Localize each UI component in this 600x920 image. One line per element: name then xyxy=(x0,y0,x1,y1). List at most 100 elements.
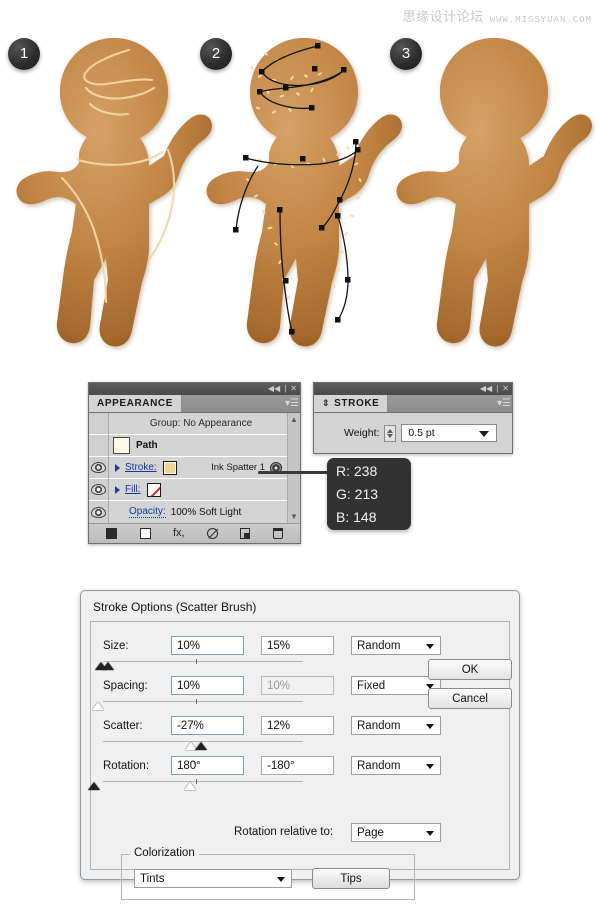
rotation-label: Rotation: xyxy=(103,760,150,772)
fill-none-swatch[interactable] xyxy=(146,482,161,497)
collapse-panel-icon[interactable]: ◀◀ xyxy=(268,385,280,393)
gingerbread-figures-svg xyxy=(16,38,592,347)
size-mode-value: Random xyxy=(357,639,401,652)
callout-connector-line xyxy=(258,471,328,474)
slider-center-tick xyxy=(196,699,197,704)
slider-center-tick xyxy=(196,659,197,664)
stroke-row[interactable]: Stroke: Ink Spatter 1 xyxy=(109,457,287,479)
colorization-method-select[interactable]: Tints xyxy=(134,869,292,888)
visibility-toggle-opacity[interactable] xyxy=(89,501,108,523)
visibility-column xyxy=(89,413,109,523)
scroll-up-icon[interactable]: ▲ xyxy=(290,415,298,424)
size-slider-track[interactable] xyxy=(103,659,303,664)
new-fill-icon[interactable] xyxy=(139,528,151,539)
eye-icon xyxy=(91,506,106,518)
figure-2-gingerbread-with-paths xyxy=(206,38,402,347)
size-slider-handle-max[interactable] xyxy=(102,662,114,670)
chevron-down-icon[interactable] xyxy=(479,431,490,437)
stroke-panel-body: Weight: 0.5 pt xyxy=(314,413,512,453)
visibility-toggle-fill[interactable] xyxy=(89,479,108,501)
tab-stroke[interactable]: ⇕ STROKE xyxy=(314,395,389,412)
chevron-down-icon[interactable] xyxy=(426,831,434,836)
scatter-mode-select[interactable]: Random xyxy=(351,716,441,735)
new-stroke-icon[interactable] xyxy=(106,528,118,539)
field-row-scatter: Scatter: -27% 12% Random xyxy=(91,710,509,750)
chevron-down-icon[interactable] xyxy=(277,877,285,882)
chevron-right-icon[interactable] xyxy=(115,485,120,494)
rotation-relative-select[interactable]: Page xyxy=(351,823,441,842)
tips-button[interactable]: Tips xyxy=(312,868,390,889)
group-header-row: Group: No Appearance xyxy=(109,413,287,435)
chevron-down-icon[interactable] xyxy=(426,764,434,769)
delete-item-icon[interactable] xyxy=(272,528,283,539)
eye-icon xyxy=(91,462,106,473)
rotation-relative-value: Page xyxy=(357,826,384,839)
rotation-slider-handle-min[interactable] xyxy=(88,782,100,790)
rotation-mode-select[interactable]: Random xyxy=(351,756,441,775)
opacity-row[interactable]: Opacity: 100% Soft Light xyxy=(109,501,287,523)
close-icon[interactable]: ✕ xyxy=(290,385,297,393)
panel-menu-icon[interactable]: ▾☰ xyxy=(496,395,512,412)
add-effect-fx-icon[interactable]: fx, xyxy=(173,528,185,539)
fill-row[interactable]: Fill: xyxy=(109,479,287,501)
stroke-color-swatch[interactable] xyxy=(162,460,177,475)
figure-1-gingerbread xyxy=(16,38,212,347)
stroke-panel-topbar: ◀◀ | ✕ xyxy=(314,383,512,395)
stroke-tabbar: ⇕ STROKE ▾☰ xyxy=(314,395,512,413)
tab-stroke-label: STROKE xyxy=(334,398,380,409)
size-mode-select[interactable]: Random xyxy=(351,636,441,655)
scroll-down-icon[interactable]: ▼ xyxy=(290,512,298,521)
duplicate-item-icon[interactable] xyxy=(240,528,251,539)
appearance-tabbar: APPEARANCE ▾☰ xyxy=(89,395,300,413)
chevron-right-icon[interactable] xyxy=(115,463,120,472)
size-value-min-input[interactable]: 10% xyxy=(171,636,244,655)
rotation-value-min-input[interactable]: 180° xyxy=(171,756,244,775)
stroke-panel: ◀◀ | ✕ ⇕ STROKE ▾☰ Weight: 0.5 pt xyxy=(313,382,513,454)
ok-button[interactable]: OK xyxy=(428,659,512,680)
tabbar-filler xyxy=(182,395,284,412)
visibility-toggle-stroke[interactable] xyxy=(89,457,108,479)
size-label: Size: xyxy=(103,640,129,652)
weight-stepper[interactable] xyxy=(384,424,397,442)
spacing-slider-track[interactable] xyxy=(103,699,303,704)
weight-label: Weight: xyxy=(344,427,380,439)
spacing-value-min-input[interactable]: 10% xyxy=(171,676,244,695)
collapse-panel-icon[interactable]: ◀◀ xyxy=(480,385,492,393)
scatter-value-min-input[interactable]: -27% xyxy=(171,716,244,735)
appearance-row-area: Group: No Appearance Path Stroke: Ink Sp… xyxy=(89,413,300,523)
scatter-value-max-input[interactable]: 12% xyxy=(261,716,334,735)
panel-menu-icon[interactable]: ▾☰ xyxy=(284,395,300,412)
spacing-slider-handle[interactable] xyxy=(92,702,104,710)
stepper-up-icon[interactable] xyxy=(387,428,394,433)
rotation-slider-handle-max[interactable] xyxy=(184,782,196,790)
fill-label[interactable]: Fill: xyxy=(125,484,141,495)
path-row[interactable]: Path xyxy=(109,435,287,457)
rgb-red-line: R: 238 xyxy=(336,463,378,479)
rotation-relative-row: Rotation relative to: Page xyxy=(91,822,509,846)
rgb-blue-line: B: 148 xyxy=(336,509,377,525)
weight-combo[interactable]: 0.5 pt xyxy=(401,424,498,442)
scatter-slider-handle-max[interactable] xyxy=(195,742,207,750)
opacity-label[interactable]: Opacity: xyxy=(129,506,166,518)
rotation-relative-label: Rotation relative to: xyxy=(234,826,334,838)
appearance-scrollbar[interactable]: ▲ ▼ xyxy=(287,413,300,523)
appearance-footer-toolbar: fx, xyxy=(89,523,300,543)
colorization-legend: Colorization xyxy=(130,847,199,859)
topbar-divider: | xyxy=(284,384,287,393)
close-icon[interactable]: ✕ xyxy=(502,385,509,393)
field-row-rotation: Rotation: 180° -180° Random xyxy=(88,750,509,790)
clear-appearance-icon[interactable] xyxy=(206,528,218,539)
stroke-label[interactable]: Stroke: xyxy=(125,462,157,473)
spacing-value-max-input: 10% xyxy=(261,676,334,695)
chevron-down-icon[interactable] xyxy=(426,724,434,729)
path-thumbnail-icon xyxy=(113,437,130,454)
rotation-value-max-input[interactable]: -180° xyxy=(261,756,334,775)
illustration-area: 1 2 3 xyxy=(0,0,600,370)
cancel-button[interactable]: Cancel xyxy=(428,688,512,709)
stepper-down-icon[interactable] xyxy=(387,433,394,438)
tab-appearance[interactable]: APPEARANCE xyxy=(89,395,183,412)
chevron-down-icon[interactable] xyxy=(426,644,434,649)
size-value-max-input[interactable]: 15% xyxy=(261,636,334,655)
rotation-slider-track[interactable] xyxy=(103,779,303,784)
step-badge-3: 3 xyxy=(390,38,422,70)
